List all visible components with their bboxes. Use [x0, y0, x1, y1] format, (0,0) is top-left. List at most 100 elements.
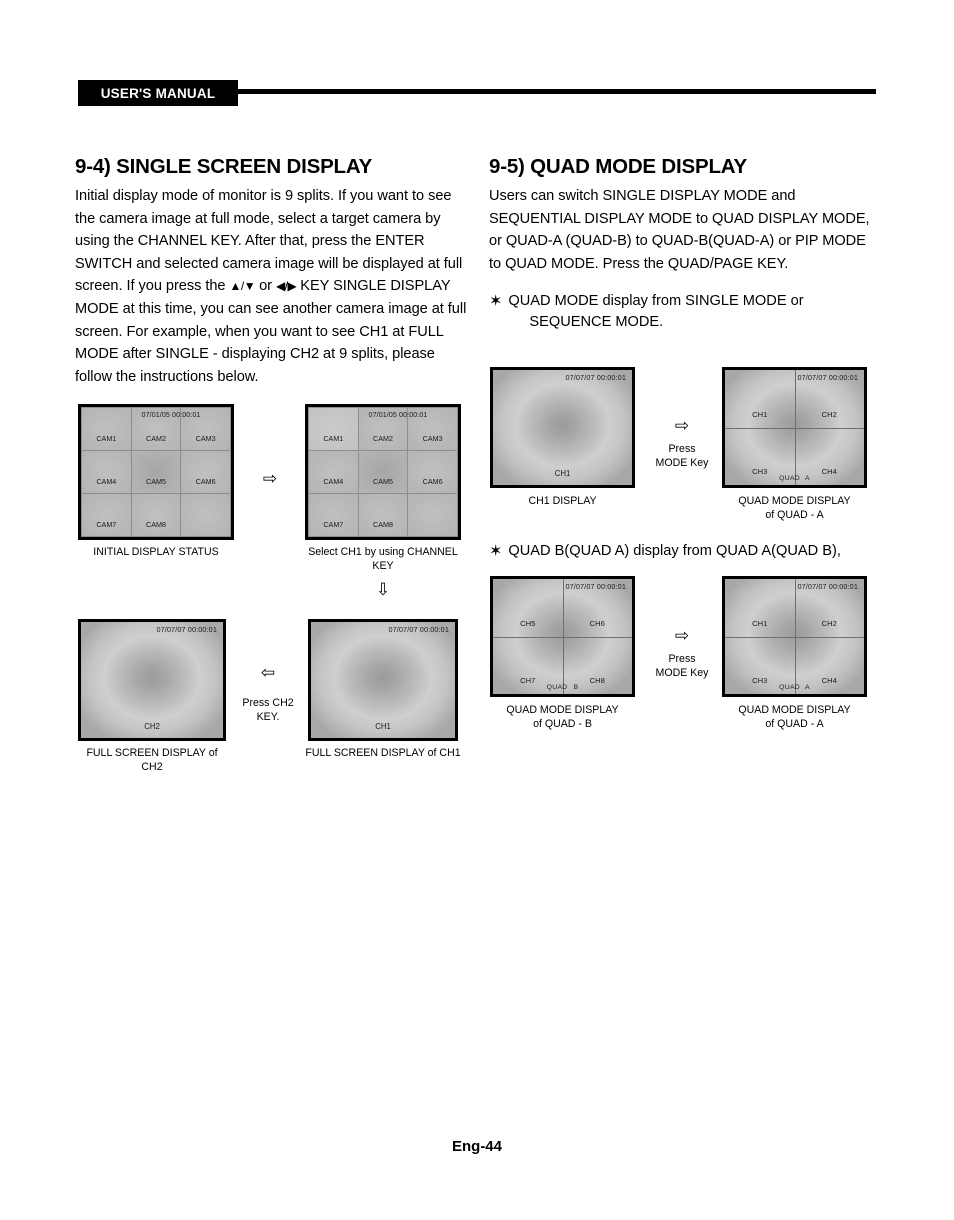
- nine-cell-label: CAM7: [96, 520, 117, 529]
- channel-label: CH1: [375, 722, 391, 731]
- nine-cell-label: CAM4: [323, 477, 344, 486]
- quad-cell: CH6: [563, 579, 633, 637]
- caption-line: of QUAD - A: [765, 717, 824, 730]
- nine-cell-label: CAM6: [195, 477, 216, 486]
- bullet-line-2: SEQUENCE MODE.: [529, 314, 664, 331]
- arrow-down-icon: ⇩: [375, 580, 391, 599]
- nine-cell: CAM7: [82, 494, 131, 536]
- diagram-quad-a-bottom: 07/07/07 00:00:01 CH1 CH2 CH3 CH4 QUAD A: [722, 576, 867, 697]
- nine-cell-label: CAM5: [373, 477, 393, 486]
- caption-ch1-display: CH1 DISPLAY: [528, 495, 597, 507]
- caption-line: QUAD MODE DISPLAY: [738, 495, 851, 507]
- quad-cell-label: CH2: [821, 618, 837, 628]
- section-9-4-body: Initial display mode of monitor is 9 spl…: [75, 185, 470, 388]
- quad-mode-indicator: QUAD B: [547, 684, 579, 691]
- caption-quad-b: QUAD MODE DISPLAY of QUAD - B: [480, 704, 645, 731]
- arrow-right-icon: ⇨: [674, 416, 690, 435]
- nine-cell: CAM4: [82, 451, 131, 493]
- timestamp-overlay: 07/07/07 00:00:01: [156, 625, 217, 634]
- diagram-nine-split-initial: 07/01/05 00:00:01 CAM1 CAM2 CAM3 CAM4 CA…: [78, 404, 234, 540]
- channel-label: CH1: [554, 469, 571, 478]
- nine-cell-label: CAM5: [146, 477, 166, 486]
- step-line: MODE Key: [655, 456, 709, 469]
- step-line: KEY.: [256, 710, 280, 723]
- nine-cell: CAM4: [309, 451, 358, 493]
- bullet-quad-from-single: ✶ QUAD MODE display from SINGLE MODE or …: [489, 291, 879, 333]
- nine-cell: CAM6: [181, 451, 230, 493]
- quad-mode-indicator: QUAD A: [779, 475, 810, 482]
- caption-full-screen-ch1: FULL SCREEN DISPLAY of CH1: [305, 747, 461, 759]
- manual-tag: USER'S MANUAL: [78, 80, 238, 106]
- nine-cell: [181, 494, 230, 536]
- nine-cell-label: CAM1: [96, 434, 117, 443]
- timestamp-overlay: 07/07/07 00:00:01: [388, 625, 449, 634]
- nine-cell-label: CAM2: [146, 434, 166, 443]
- step-line: MODE Key: [655, 666, 709, 679]
- caption-line: KEY: [372, 559, 394, 572]
- caption-full-screen-ch2: FULL SCREEN DISPLAY of CH2: [70, 747, 234, 774]
- quad-mode-prefix: QUAD: [779, 684, 800, 691]
- quad-cell-label: CH6: [589, 618, 605, 628]
- caption-line: of QUAD - A: [765, 508, 824, 521]
- left-column: 9-4) SINGLE SCREEN DISPLAY Initial displ…: [75, 155, 470, 388]
- nine-cell: CAM7: [309, 494, 358, 536]
- nine-cell-label: CAM7: [323, 520, 344, 529]
- quad-cell: CH5: [493, 579, 563, 637]
- nine-cell-label: CAM3: [422, 434, 443, 443]
- quad-cell: CH2: [795, 370, 865, 428]
- nine-cell-label: CAM2: [373, 434, 393, 443]
- nine-cell-label: CAM3: [195, 434, 216, 443]
- caption-line: of QUAD - B: [533, 717, 592, 730]
- caption-line: QUAD MODE DISPLAY: [506, 704, 619, 716]
- nine-cell: CAM8: [131, 494, 181, 536]
- page-title-9-5: 9-5) QUAD MODE DISPLAY: [489, 155, 747, 178]
- arrow-right-icon: ⇨: [262, 469, 278, 488]
- nine-cell-label: CAM4: [96, 477, 117, 486]
- asterisk-icon: ✶: [489, 543, 503, 560]
- caption-initial-display-status: INITIAL DISPLAY STATUS: [93, 546, 219, 558]
- quad-cell-label: CH1: [752, 618, 768, 628]
- timestamp-overlay: 07/01/05 00:00:01: [141, 411, 201, 419]
- bullet-line-1: QUAD MODE display from SINGLE MODE or: [508, 293, 804, 310]
- caption-quad-a-bottom: QUAD MODE DISPLAY of QUAD - A: [712, 704, 877, 731]
- caption-line: Select CH1 by using CHANNEL: [308, 546, 458, 558]
- body-or: or: [255, 278, 276, 295]
- diagram-quad-b: 07/07/07 00:00:01 CH5 CH6 CH7 CH8 QUAD B: [490, 576, 635, 697]
- step-press-mode-key: Press MODE Key: [646, 443, 718, 470]
- step-line: Press: [668, 653, 696, 665]
- caption-line: CH2: [141, 760, 163, 773]
- step-line: Press: [668, 443, 696, 455]
- right-column: 9-5) QUAD MODE DISPLAY Users can switch …: [489, 155, 879, 333]
- step-line: Press CH2: [242, 697, 294, 709]
- quad-mode-letter: A: [805, 684, 810, 691]
- quad-cell: CH2: [795, 579, 865, 637]
- diagram-ch1-display: 07/07/07 00:00:01 CH1: [490, 367, 635, 488]
- page-number: Eng-44: [451, 1138, 502, 1155]
- leftright-arrow-icon: ◀/▶: [275, 279, 297, 294]
- page-header: USER'S MANUAL: [78, 80, 876, 106]
- nine-cell-label: CAM1: [323, 434, 344, 443]
- diagram-quad-a-top: 07/07/07 00:00:01 CH1 CH2 CH3 CH4 QUAD A: [722, 367, 867, 488]
- quad-cell-label: CH1: [752, 409, 768, 419]
- page-title-9-4: 9-4) SINGLE SCREEN DISPLAY: [75, 155, 373, 178]
- quad-cell-label: CH5: [520, 618, 536, 628]
- nine-cell-label: CAM8: [373, 520, 393, 529]
- step-press-ch2-key: Press CH2 KEY.: [232, 697, 304, 724]
- updown-arrow-icon: ▲/▼: [229, 279, 256, 294]
- bullet-text: QUAD MODE display from SINGLE MODE or SE…: [508, 291, 879, 333]
- quad-mode-prefix: QUAD: [546, 684, 568, 691]
- quad-cell-label: CH2: [821, 409, 837, 419]
- nine-cell: CAM5: [131, 451, 181, 493]
- quad-cell: CH1: [725, 370, 795, 428]
- caption-quad-a-top: QUAD MODE DISPLAY of QUAD - A: [712, 495, 877, 522]
- quad-mode-letter: B: [573, 684, 579, 691]
- nine-cell: [408, 494, 457, 536]
- bullet-text: QUAD B(QUAD A) display from QUAD A(QUAD …: [508, 543, 841, 559]
- arrow-left-icon: ⇦: [260, 663, 276, 682]
- diagram-full-screen-ch1-left: 07/07/07 00:00:01 CH1: [308, 619, 458, 741]
- arrow-right-icon: ⇨: [674, 626, 690, 645]
- diagram-nine-split-selected: 07/01/05 00:00:01 CAM1 CAM2 CAM3 CAM4 CA…: [305, 404, 461, 540]
- section-9-5-body: Users can switch SINGLE DISPLAY MODE and…: [489, 188, 870, 272]
- nine-cell: CAM8: [358, 494, 408, 536]
- nine-cell: CAM5: [358, 451, 408, 493]
